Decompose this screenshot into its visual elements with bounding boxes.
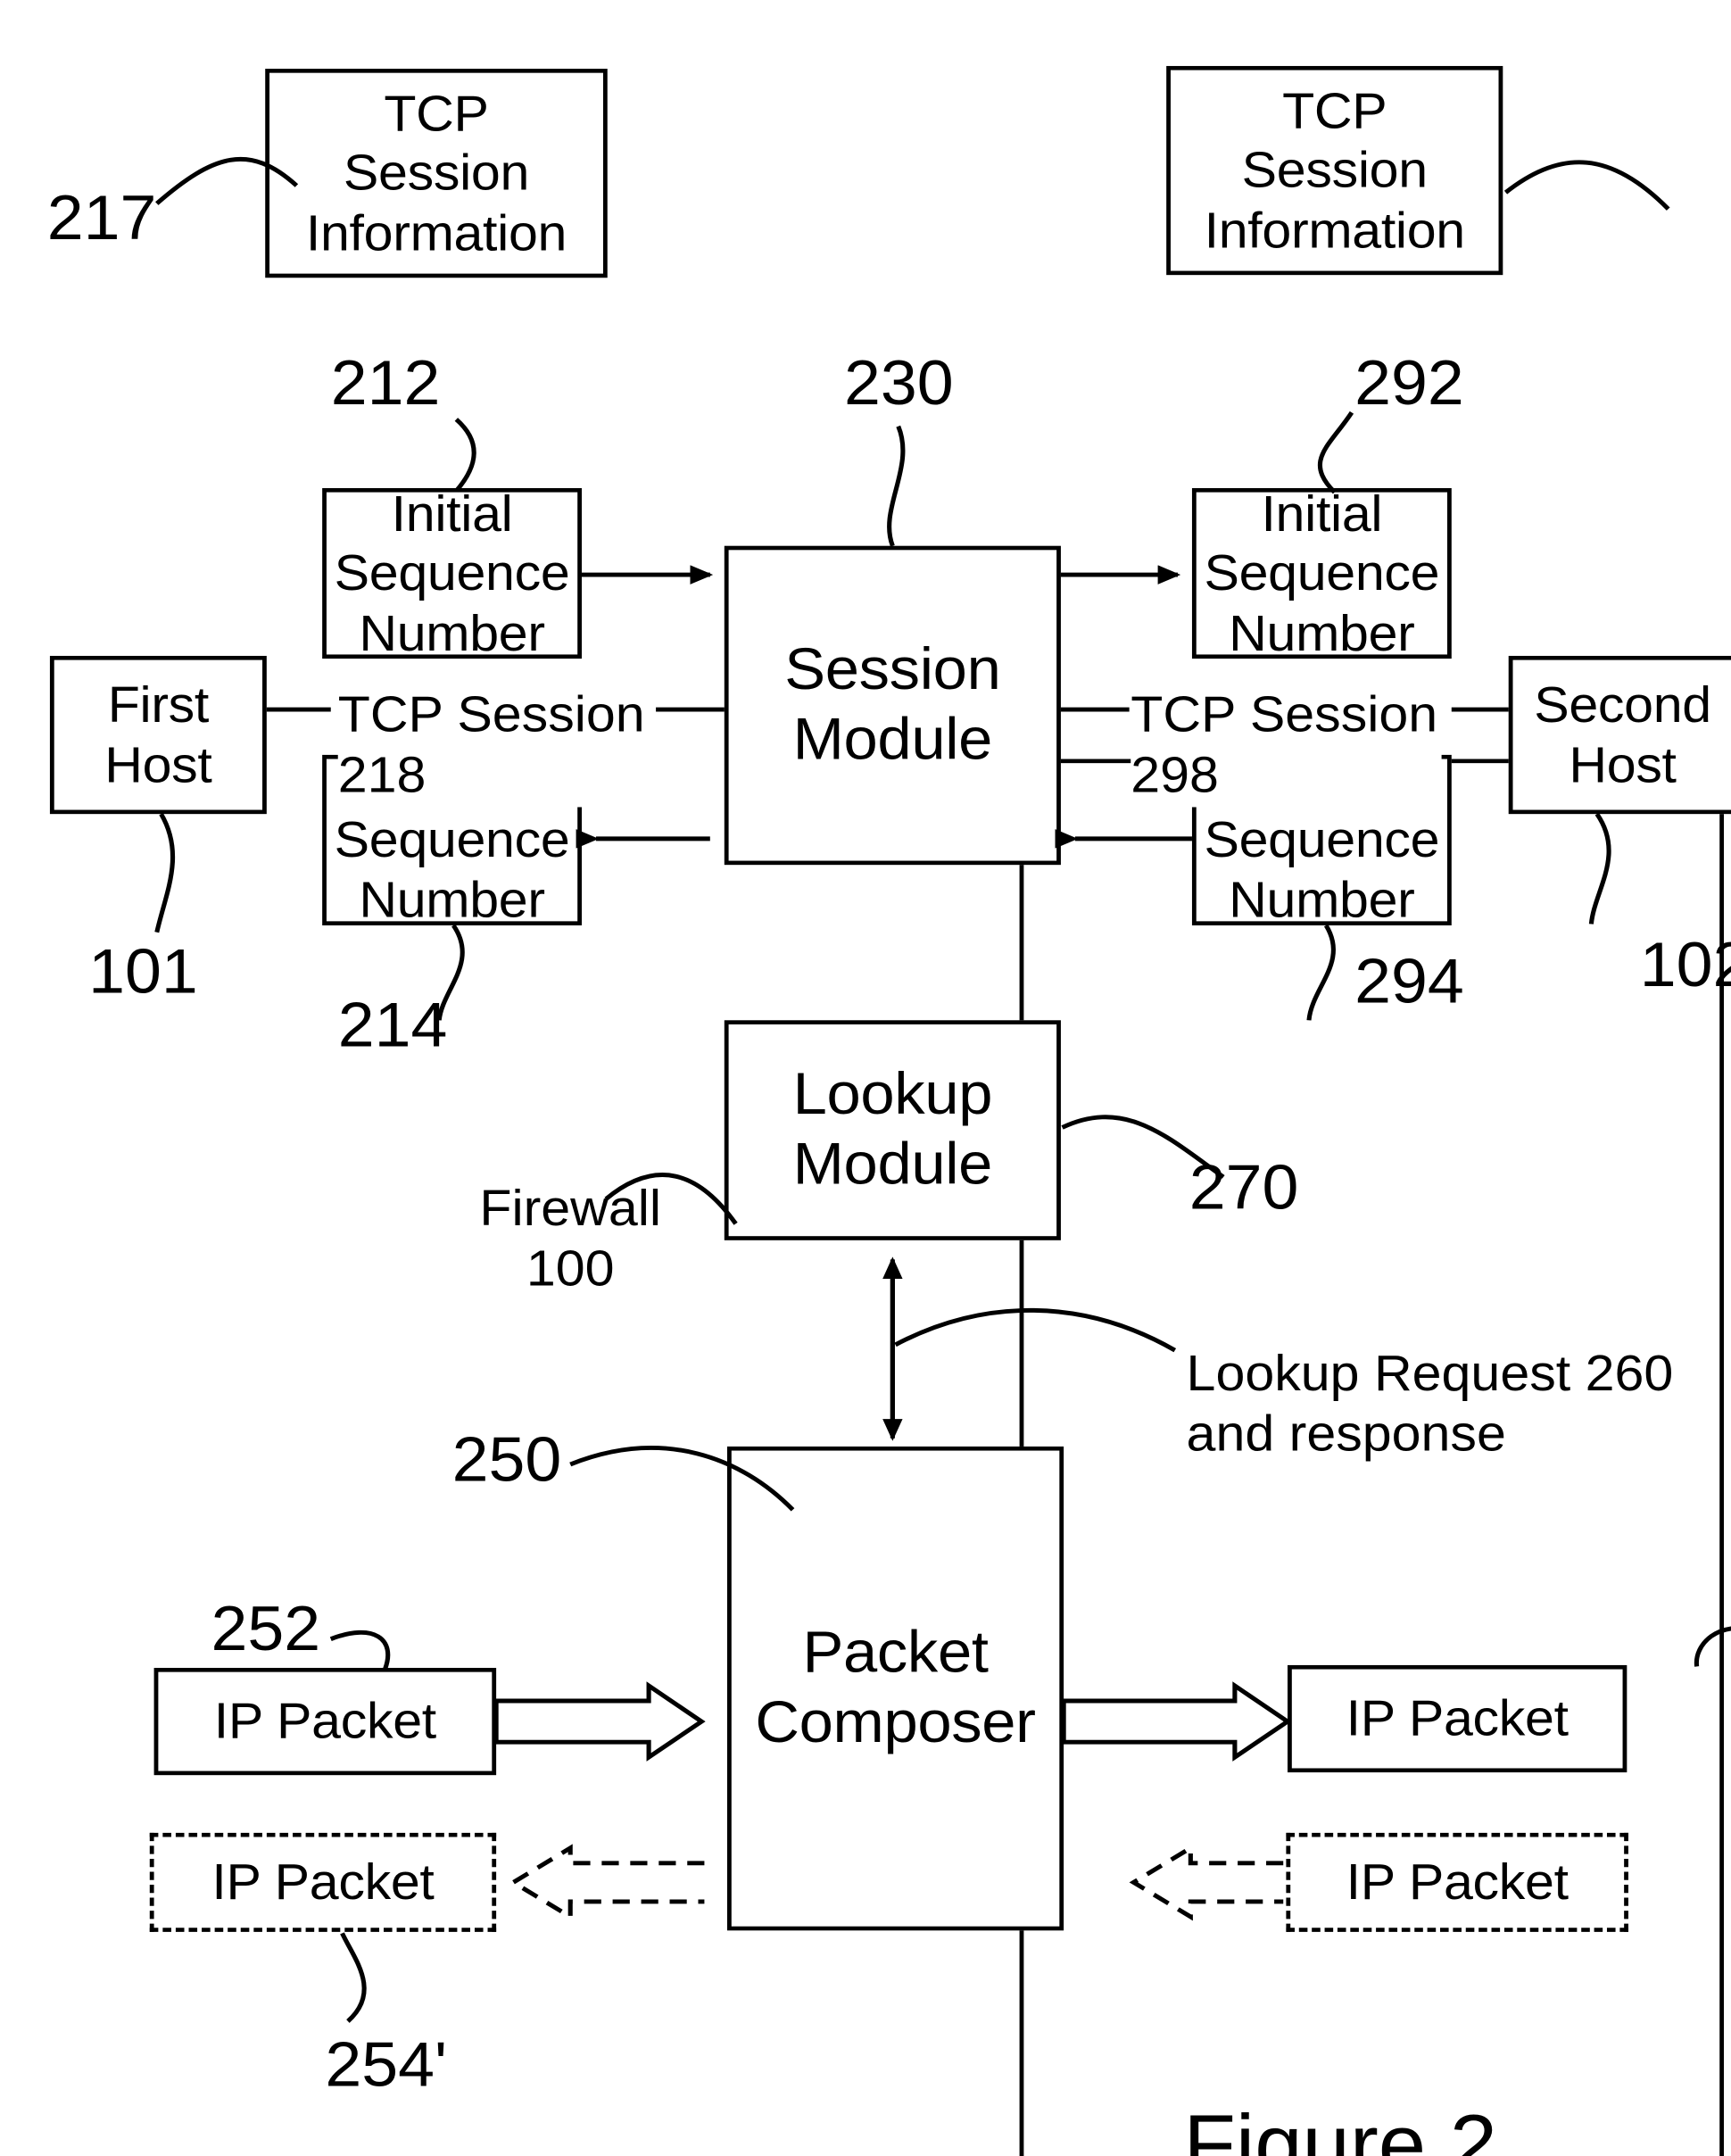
blockarrow-composer-to-254-prime [509,1844,705,1921]
box-label: TCP Session Information [305,84,567,261]
box-label: IP Packet [213,1693,436,1750]
box-ip-packet-254-prime: IP Packet [149,1832,497,1932]
box-label: Packet Composer [755,1620,1036,1756]
box-label: Initial Sequence Number [334,485,570,661]
firewall-label: Firewall 100 [479,1180,662,1298]
lookup-request-label: Lookup Request 260 and response [1186,1344,1674,1463]
box-tcp-session-information-left: TCP Session Information [265,69,608,278]
ref-214: 214 [337,988,448,1060]
box-label: First Host [104,676,212,793]
box-tcp-session-information-right: TCP Session Information [1166,65,1503,276]
box-label: Lookup Module [792,1061,993,1198]
patent-figure-2: 217 297 212 230 292 101 214 294 102 270 … [0,0,1731,2156]
box-packet-composer: Packet Composer [726,1446,1064,1931]
leader-254-prime [340,1932,367,2023]
box-label: Session Module [784,636,1001,773]
box-initial-sequence-number-292: Initial Sequence Number [1191,485,1452,661]
blockarrow-252-to-composer [493,1681,706,1762]
ref-102: 102 [1639,928,1731,1000]
tcp-session-298-label: TCP Session 298 [1131,684,1442,808]
ref-217: 217 [46,181,157,253]
box-label: TCP Session Information [1204,81,1466,259]
box-label: Initial Sequence Number [1204,485,1440,661]
leader-212 [454,418,476,493]
ref-101: 101 [88,934,198,1007]
box-first-host: First Host [49,655,267,815]
box-ip-packet-254: IP Packet [1288,1664,1627,1773]
figure-caption: Figure 2 [1183,2098,1498,2156]
box-label: IP Packet [1346,1853,1569,1911]
leader-297 [1503,160,1670,211]
box-lookup-module: Lookup Module [724,1020,1061,1240]
ref-230: 230 [844,346,954,419]
leader-252 [329,1629,391,1671]
box-label: Second Host [1534,676,1711,793]
leader-292 [1317,410,1354,494]
leader-230 [887,425,906,547]
ref-252: 252 [211,1592,321,1664]
box-label: IP Packet [211,1853,435,1911]
ref-254-prime: 254' [325,2027,448,2100]
ref-292: 292 [1354,346,1464,419]
ref-250: 250 [451,1422,562,1495]
box-second-host: Second Host [1508,655,1731,815]
ref-270: 270 [1189,1150,1299,1223]
box-session-module: Session Module [724,545,1061,866]
box-ip-packet-252-prime: IP Packet [1286,1832,1628,1932]
ref-212: 212 [330,346,441,419]
box-label: IP Packet [1346,1689,1569,1747]
leader-101 [154,812,176,933]
tcp-session-218-label: TCP Session 218 [337,684,650,808]
box-ip-packet-252: IP Packet [153,1668,497,1776]
box-initial-sequence-number-212: Initial Sequence Number [322,485,582,661]
ref-294: 294 [1354,944,1464,1016]
